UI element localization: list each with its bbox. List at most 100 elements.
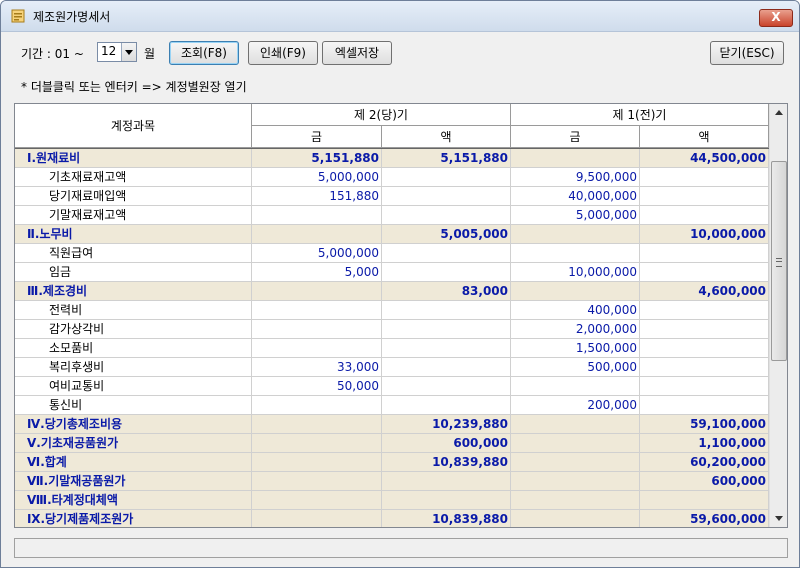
table-row[interactable]: 직원급여 5,000,000 [15,244,769,263]
amount-cell [640,320,769,338]
grid-header: 계정과목 제 2(당)기 제 1(전)기 금 액 금 액 [15,104,769,149]
scroll-down-icon[interactable] [770,510,787,527]
account-cell: Ⅸ.당기제품제조원가 [15,510,252,527]
excel-save-button[interactable]: 엑셀저장 [322,41,392,65]
account-cell: 당기재료매입액 [15,187,252,205]
account-cell: 임금 [15,263,252,281]
amount-cell [640,491,769,509]
scroll-thumb[interactable] [771,161,787,361]
app-icon [11,9,25,23]
table-row[interactable]: Ⅳ.당기총제조비용 10,239,880 59,100,000 [15,415,769,434]
amount-cell [511,491,640,509]
amount-cell [511,225,640,243]
account-cell: 복리후생비 [15,358,252,376]
table-row[interactable]: 기초재료재고액 5,000,000 9,500,000 [15,168,769,187]
amount-cell [640,187,769,205]
chevron-down-icon[interactable] [121,43,136,61]
report-window: 제조원가명세서 X 기간 : 01 ~ 12 월 조회(F8) 인쇄(F9) 엑… [0,0,800,568]
amount-cell: 5,000,000 [252,168,382,186]
table-row[interactable]: Ⅴ.기초재공품원가 600,000 1,100,000 [15,434,769,453]
table-row[interactable]: 감가상각비 2,000,000 [15,320,769,339]
amount-cell: 83,000 [382,282,511,300]
amount-cell: 400,000 [511,301,640,319]
vertical-scrollbar[interactable] [769,104,787,527]
amount-cell [640,396,769,414]
amount-cell: 500,000 [511,358,640,376]
amount-cell [382,301,511,319]
amount-cell: 1,100,000 [640,434,769,452]
table-row[interactable]: Ⅸ.당기제품제조원가 10,839,880 59,600,000 [15,510,769,527]
window-close-button[interactable]: X [759,9,793,27]
header-period2: 제 2(당)기 [252,104,511,126]
amount-cell [252,206,382,224]
amount-cell: 9,500,000 [511,168,640,186]
account-cell: Ⅷ.타계정대체액 [15,491,252,509]
amount-cell [382,339,511,357]
table-row[interactable]: 소모품비 1,500,000 [15,339,769,358]
table-row[interactable]: Ⅵ.합계 10,839,880 60,200,000 [15,453,769,472]
header-p1-amount-a: 금 [511,126,640,148]
amount-cell: 200,000 [511,396,640,414]
amount-cell [252,320,382,338]
account-cell: 직원급여 [15,244,252,262]
query-button[interactable]: 조회(F8) [169,41,239,65]
account-cell: Ⅵ.합계 [15,453,252,471]
table-row[interactable]: 임금 5,000 10,000,000 [15,263,769,282]
account-cell: Ⅳ.당기총제조비용 [15,415,252,433]
amount-cell [382,358,511,376]
table-row[interactable]: 기말재료재고액 5,000,000 [15,206,769,225]
amount-cell: 151,880 [252,187,382,205]
account-cell: 소모품비 [15,339,252,357]
amount-cell: 10,000,000 [511,263,640,281]
amount-cell: 5,151,880 [382,149,511,167]
amount-cell [382,377,511,395]
amount-cell [382,206,511,224]
title-bar: 제조원가명세서 X [1,1,799,32]
amount-cell [511,282,640,300]
amount-cell: 5,000 [252,263,382,281]
amount-cell: 2,000,000 [511,320,640,338]
amount-cell [252,472,382,490]
amount-cell [252,339,382,357]
grip-icon [776,258,782,267]
period-label: 기간 : 01 ~ [21,47,84,61]
table-row[interactable]: Ⅱ.노무비 5,005,000 10,000,000 [15,225,769,244]
amount-cell [382,168,511,186]
amount-cell [252,434,382,452]
account-cell: 전력비 [15,301,252,319]
month-value: 12 [101,44,117,58]
amount-cell: 10,000,000 [640,225,769,243]
window-title: 제조원가명세서 [33,10,111,24]
amount-cell: 10,839,880 [382,453,511,471]
table-row[interactable]: Ⅲ.제조경비 83,000 4,600,000 [15,282,769,301]
table-row[interactable]: Ⅰ.원재료비 5,151,880 5,151,880 44,500,000 [15,149,769,168]
amount-cell [511,415,640,433]
amount-cell: 10,839,880 [382,510,511,527]
amount-cell: 600,000 [382,434,511,452]
amount-cell: 50,000 [252,377,382,395]
table-row[interactable]: Ⅶ.기말재공품원가 600,000 [15,472,769,491]
amount-cell [382,396,511,414]
table-row[interactable]: 당기재료매입액 151,880 40,000,000 [15,187,769,206]
table-row[interactable]: 복리후생비 33,000 500,000 [15,358,769,377]
account-cell: Ⅴ.기초재공품원가 [15,434,252,452]
amount-cell [382,244,511,262]
amount-cell: 5,151,880 [252,149,382,167]
cost-statement-grid[interactable]: 계정과목 제 2(당)기 제 1(전)기 금 액 금 액 Ⅰ.원재료비 5,151… [14,103,788,528]
table-row[interactable]: Ⅷ.타계정대체액 [15,491,769,510]
table-row[interactable]: 여비교통비 50,000 [15,377,769,396]
amount-cell [511,434,640,452]
print-button[interactable]: 인쇄(F9) [248,41,318,65]
month-select[interactable]: 12 [97,42,137,62]
hint-text: * 더블클릭 또는 엔터키 => 계정별원장 열기 [21,80,247,94]
scroll-up-icon[interactable] [770,104,787,121]
close-button[interactable]: 닫기(ESC) [710,41,784,65]
amount-cell [511,244,640,262]
amount-cell: 5,000,000 [511,206,640,224]
amount-cell: 40,000,000 [511,187,640,205]
table-row[interactable]: 통신비 200,000 [15,396,769,415]
month-suffix: 월 [144,47,156,61]
header-p2-amount-b: 액 [382,126,511,148]
amount-cell [382,187,511,205]
table-row[interactable]: 전력비 400,000 [15,301,769,320]
